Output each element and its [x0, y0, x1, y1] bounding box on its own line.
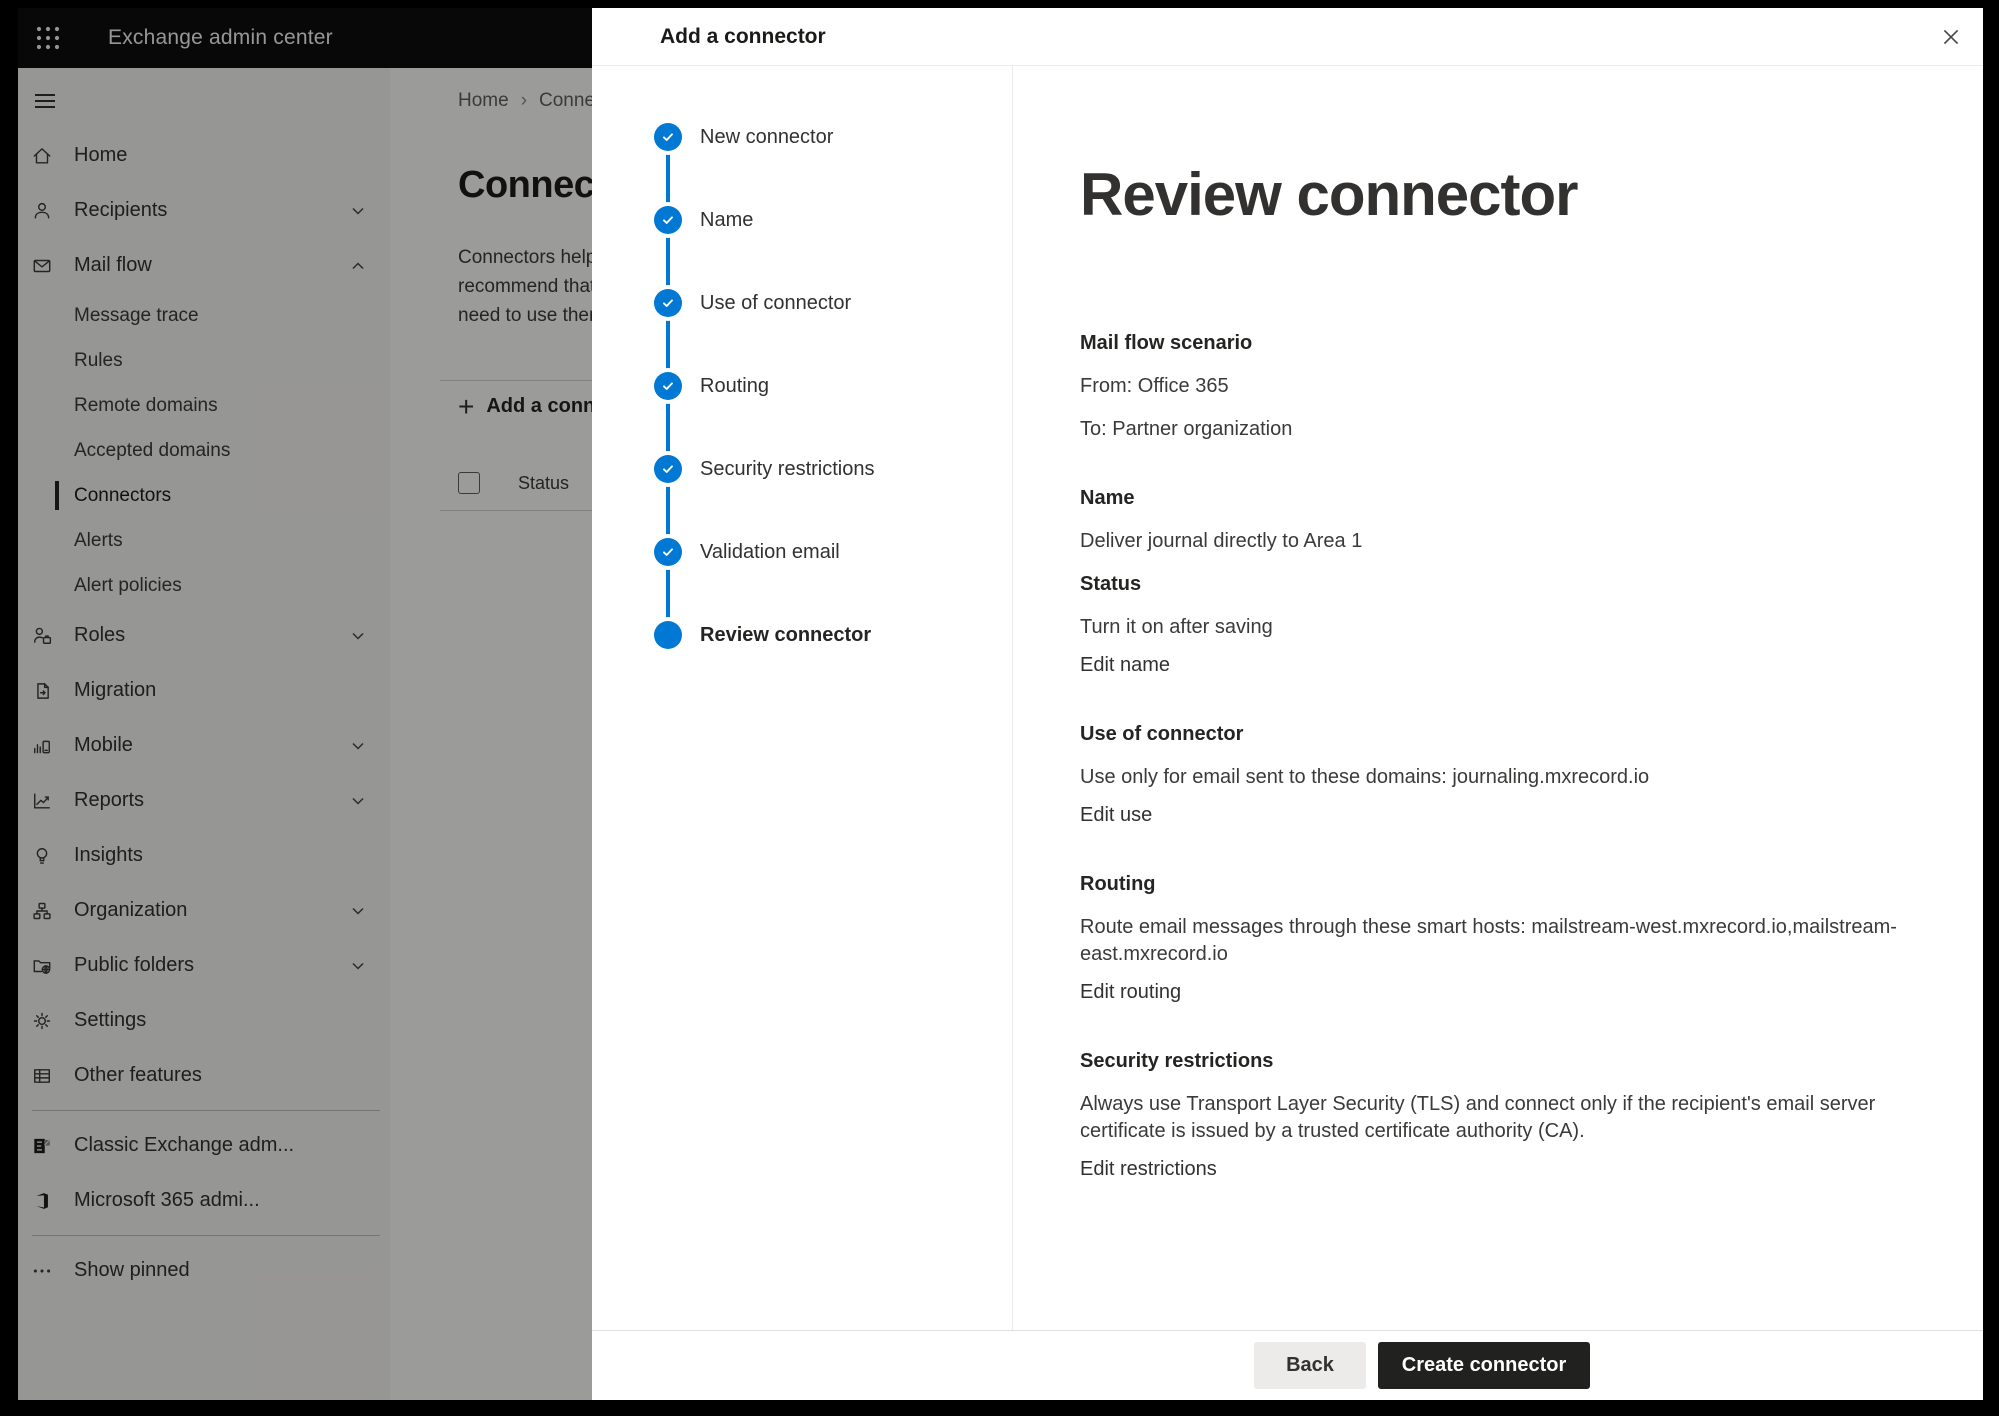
- step-complete-icon: [654, 206, 682, 234]
- edit-use-link[interactable]: Edit use: [1080, 802, 1152, 829]
- wizard-step-review-connector[interactable]: Review connector: [592, 621, 1012, 704]
- add-connector-panel: Add a connector New connector Name Use of …: [592, 8, 1983, 1400]
- step-complete-icon: [654, 538, 682, 566]
- wizard-step-use-of-connector[interactable]: Use of connector: [592, 289, 1012, 372]
- wizard-step-label: Routing: [700, 372, 769, 400]
- wizard-step-label: Validation email: [700, 538, 840, 566]
- wizard-step-label: Use of connector: [700, 289, 851, 317]
- modal-header: Add a connector: [592, 8, 1983, 66]
- back-button[interactable]: Back: [1254, 1342, 1366, 1389]
- review-heading: Review connector: [1080, 162, 1983, 228]
- section-text: Turn it on after saving: [1080, 614, 1970, 641]
- wizard-step-label: Name: [700, 206, 753, 234]
- close-button[interactable]: [1933, 19, 1969, 55]
- edit-routing-link[interactable]: Edit routing: [1080, 979, 1181, 1006]
- app-screen: Exchange admin center HomeRecipientsMail…: [18, 8, 1983, 1400]
- section-text: To: Partner organization: [1080, 416, 1970, 443]
- wizard-step-security-restrictions[interactable]: Security restrictions: [592, 455, 1012, 538]
- step-current-icon: [654, 621, 682, 649]
- wizard-steps: New connector Name Use of connector Routing…: [592, 66, 1013, 1330]
- step-complete-icon: [654, 455, 682, 483]
- wizard-step-new-connector[interactable]: New connector: [592, 123, 1012, 206]
- section-text: Route email messages through these smart…: [1080, 914, 1970, 968]
- close-icon: [1940, 26, 1962, 48]
- section-text: Use only for email sent to these domains…: [1080, 764, 1970, 791]
- wizard-step-label: Security restrictions: [700, 455, 875, 483]
- section-heading-name: Name: [1080, 485, 1970, 512]
- modal-body: New connector Name Use of connector Routing…: [592, 66, 1983, 1330]
- wizard-step-validation-email[interactable]: Validation email: [592, 538, 1012, 621]
- create-connector-button[interactable]: Create connector: [1378, 1342, 1590, 1389]
- section-heading-status: Status: [1080, 571, 1970, 598]
- section-heading-routing: Routing: [1080, 871, 1970, 898]
- step-complete-icon: [654, 372, 682, 400]
- section-heading-use-of-connector: Use of connector: [1080, 721, 1970, 748]
- section-heading-mail-flow-scenario: Mail flow scenario: [1080, 330, 1970, 357]
- edit-restrictions-link[interactable]: Edit restrictions: [1080, 1156, 1217, 1183]
- screenshot-root: { "colors": { "accent_blue": "#0078d4", …: [0, 0, 1999, 1416]
- modal-title: Add a connector: [660, 25, 826, 49]
- modal-footer: Back Create connector: [592, 1330, 1983, 1400]
- wizard-step-name[interactable]: Name: [592, 206, 1012, 289]
- wizard-step-label: Review connector: [700, 621, 871, 649]
- section-text: Always use Transport Layer Security (TLS…: [1080, 1091, 1970, 1145]
- wizard-step-label: New connector: [700, 123, 833, 151]
- wizard-step-routing[interactable]: Routing: [592, 372, 1012, 455]
- section-text: From: Office 365: [1080, 373, 1970, 400]
- section-heading-security-restrictions: Security restrictions: [1080, 1048, 1970, 1075]
- step-complete-icon: [654, 289, 682, 317]
- edit-name-link[interactable]: Edit name: [1080, 652, 1170, 679]
- section-text: Deliver journal directly to Area 1: [1080, 528, 1970, 555]
- review-content: Review connector Mail flow scenario From:…: [1013, 66, 1983, 1330]
- step-complete-icon: [654, 123, 682, 151]
